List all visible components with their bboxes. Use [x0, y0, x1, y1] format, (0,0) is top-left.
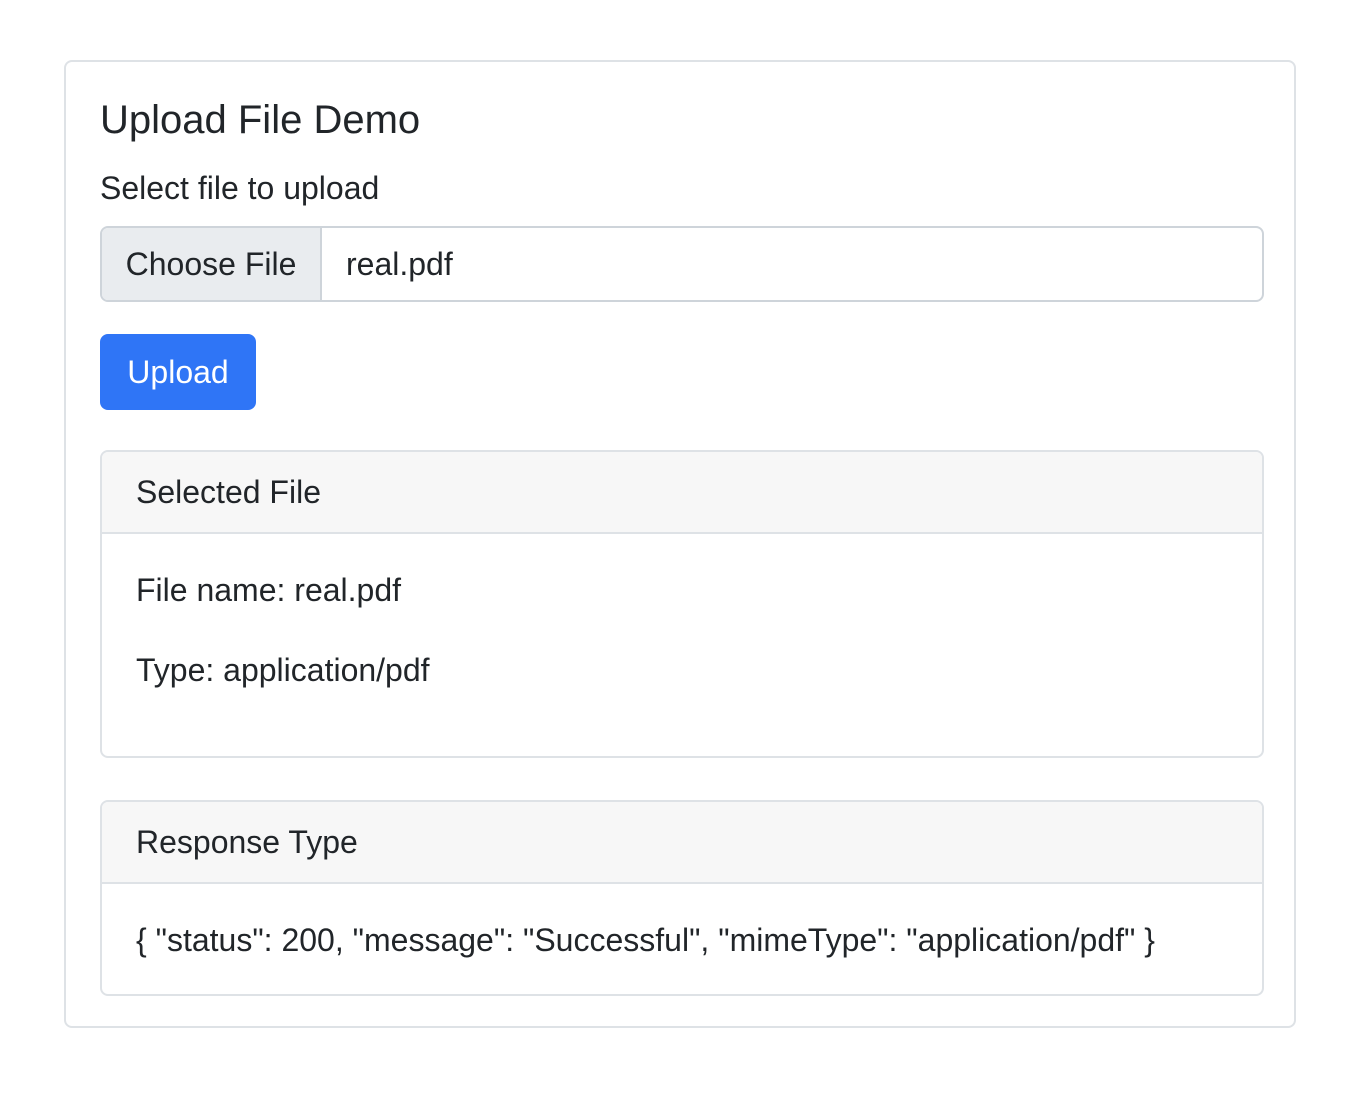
upload-button[interactable]: Upload	[100, 334, 256, 410]
response-type-card-header: Response Type	[102, 802, 1262, 884]
selected-file-card: Selected File File name: real.pdf Type: …	[100, 450, 1264, 758]
selected-file-name[interactable]: real.pdf	[322, 228, 1262, 300]
file-name-text: File name: real.pdf	[136, 572, 402, 608]
response-type-card: Response Type { "status": 200, "message"…	[100, 800, 1264, 996]
page-title: Upload File Demo	[100, 98, 421, 142]
choose-file-button[interactable]: Choose File	[102, 228, 322, 300]
file-select-label: Select file to upload	[100, 170, 380, 206]
selected-file-card-header: Selected File	[102, 452, 1262, 534]
file-input[interactable]: Choose File real.pdf	[100, 226, 1264, 302]
selected-file-card-body: File name: real.pdf Type: application/pd…	[102, 534, 1262, 690]
upload-demo-card: Upload File Demo Select file to upload C…	[64, 60, 1296, 1028]
response-json-text: { "status": 200, "message": "Successful"…	[136, 922, 1155, 958]
file-type-text: Type: application/pdf	[136, 652, 430, 688]
